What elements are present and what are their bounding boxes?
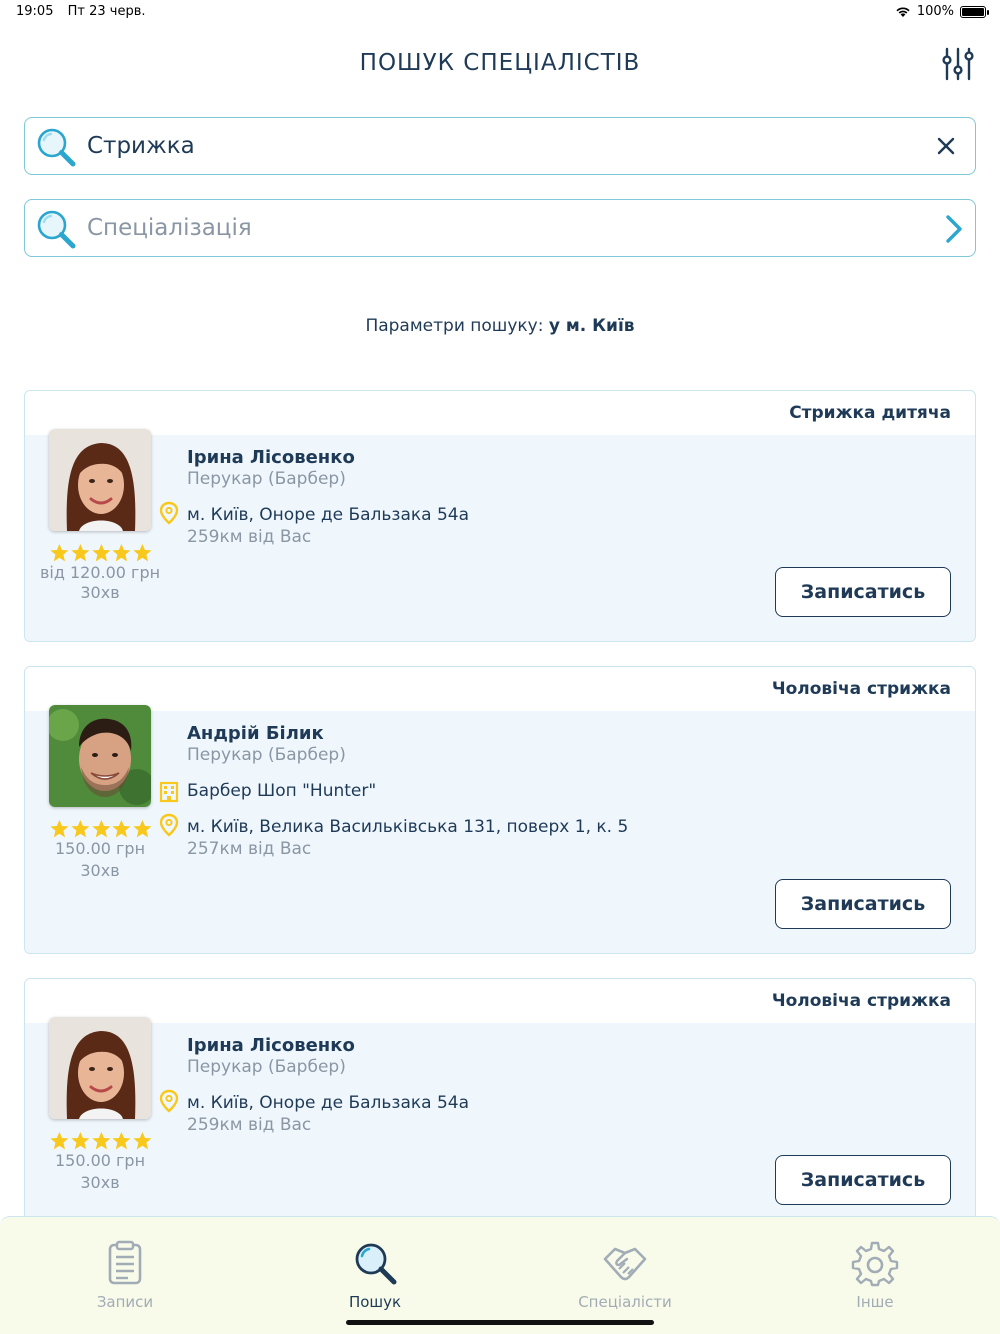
page-title: ПОШУК СПЕЦІАЛІСТІВ bbox=[359, 50, 641, 76]
star-icon bbox=[50, 544, 69, 562]
battery-icon bbox=[960, 5, 989, 18]
tab-label: Інше bbox=[856, 1293, 894, 1311]
tab-other[interactable]: Інше bbox=[795, 1239, 955, 1311]
price: 150.00 грн bbox=[54, 839, 146, 858]
address: м. Київ, Велика Васильківська 131, повер… bbox=[187, 817, 629, 837]
distance: 259км від Вас bbox=[187, 1115, 312, 1135]
avatar bbox=[49, 705, 151, 807]
avatar bbox=[49, 1017, 151, 1119]
address: м. Київ, Оноре де Бальзака 54а bbox=[187, 505, 470, 525]
search-params-label: Параметри пошуку: bbox=[365, 316, 544, 336]
star-icon bbox=[50, 820, 69, 838]
status-bar: 19:05 Пт 23 черв. 100% bbox=[0, 0, 1000, 24]
handshake-icon bbox=[603, 1247, 647, 1281]
book-button[interactable]: Записатись bbox=[775, 879, 951, 929]
rating-stars bbox=[49, 543, 153, 563]
search-params: Параметри пошуку: у м. Київ bbox=[0, 316, 1000, 336]
search-input[interactable] bbox=[87, 128, 907, 164]
gear-icon bbox=[851, 1241, 899, 1287]
search-params-value: у м. Київ bbox=[548, 316, 635, 336]
specialist-role: Перукар (Барбер) bbox=[187, 745, 346, 765]
rating-stars bbox=[49, 1131, 153, 1151]
battery-percent: 100% bbox=[916, 4, 954, 19]
search-icon bbox=[37, 210, 76, 249]
book-button[interactable]: Записатись bbox=[775, 567, 951, 617]
star-icon bbox=[71, 1132, 90, 1150]
service-name: Чоловіча стрижка bbox=[771, 991, 951, 1011]
wifi-icon bbox=[896, 6, 910, 17]
specialist-role: Перукар (Барбер) bbox=[187, 469, 346, 489]
search-field[interactable] bbox=[24, 117, 976, 175]
distance: 259км від Вас bbox=[187, 527, 312, 547]
search-icon bbox=[355, 1243, 397, 1285]
address: м. Київ, Оноре де Бальзака 54а bbox=[187, 1093, 470, 1113]
star-icon bbox=[133, 544, 152, 562]
star-icon bbox=[71, 544, 90, 562]
location-pin-icon bbox=[159, 501, 179, 525]
specialist-role: Перукар (Барбер) bbox=[187, 1057, 346, 1077]
clear-icon[interactable] bbox=[935, 135, 957, 157]
specialist-card[interactable]: Стрижка дитяча від 120.00 грн 30хв Ірина… bbox=[24, 390, 976, 642]
book-button[interactable]: Записатись bbox=[775, 1155, 951, 1205]
star-icon bbox=[50, 1132, 69, 1150]
filter-settings-icon[interactable] bbox=[942, 46, 974, 82]
specialist-name[interactable]: Ірина Лісовенко bbox=[187, 447, 355, 468]
service-name: Стрижка дитяча bbox=[789, 403, 951, 423]
tab-label: Записи bbox=[96, 1293, 154, 1311]
location-pin-icon bbox=[159, 813, 179, 837]
tab-search[interactable]: Пошук bbox=[295, 1239, 455, 1311]
specialist-card[interactable]: Чоловіча стрижка 150.00 грн 30хв Ірина Л… bbox=[24, 978, 976, 1238]
battery-level bbox=[962, 7, 984, 16]
specialist-name[interactable]: Ірина Лісовенко bbox=[187, 1035, 355, 1056]
specialization-field[interactable] bbox=[24, 199, 976, 257]
duration: 30хв bbox=[80, 1173, 120, 1192]
tab-bar: Записи Пошук Спеціалісти Інше bbox=[0, 1216, 1000, 1334]
star-icon bbox=[112, 1132, 131, 1150]
specialist-card[interactable]: Чоловіча стрижка 150.00 грн 30хв Андрій … bbox=[24, 666, 976, 954]
location-pin-icon bbox=[159, 1089, 179, 1113]
price: від 120.00 грн bbox=[39, 563, 161, 582]
duration: 30хв bbox=[80, 583, 120, 602]
search-icon bbox=[37, 128, 76, 167]
star-icon bbox=[71, 820, 90, 838]
salon-name: Барбер Шоп "Hunter" bbox=[187, 781, 377, 801]
tab-specialists[interactable]: Спеціалісти bbox=[545, 1239, 705, 1311]
star-icon bbox=[133, 820, 152, 838]
chevron-right-icon[interactable] bbox=[943, 214, 965, 244]
building-icon bbox=[159, 781, 179, 803]
star-icon bbox=[91, 544, 110, 562]
price: 150.00 грн bbox=[54, 1151, 146, 1170]
specialization-input[interactable] bbox=[87, 210, 907, 246]
star-icon bbox=[112, 544, 131, 562]
duration: 30хв bbox=[80, 861, 120, 880]
specialist-name[interactable]: Андрій Білик bbox=[187, 723, 324, 744]
tab-label: Пошук bbox=[348, 1293, 402, 1311]
status-time: 19:05 bbox=[16, 4, 54, 19]
clipboard-icon bbox=[108, 1240, 142, 1285]
distance: 257км від Вас bbox=[187, 839, 312, 859]
star-icon bbox=[91, 1132, 110, 1150]
tab-records[interactable]: Записи bbox=[45, 1239, 205, 1311]
star-icon bbox=[133, 1132, 152, 1150]
avatar bbox=[49, 429, 151, 531]
service-name: Чоловіча стрижка bbox=[771, 679, 951, 699]
star-icon bbox=[112, 820, 131, 838]
status-date: Пт 23 черв. bbox=[67, 4, 146, 19]
tab-label: Спеціалісти bbox=[578, 1293, 672, 1311]
rating-stars bbox=[49, 819, 153, 839]
home-indicator bbox=[346, 1320, 654, 1325]
star-icon bbox=[91, 820, 110, 838]
